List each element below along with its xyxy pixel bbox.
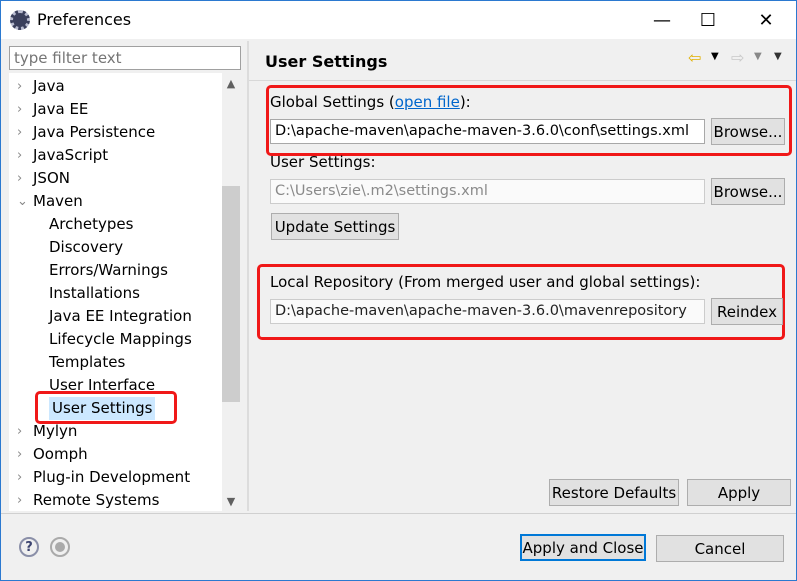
tree-item-label: Remote Systems [33,491,160,509]
footer-divider [1,513,796,514]
chevron-right-icon[interactable]: › [17,121,22,144]
tree-item-label: Installations [49,284,140,302]
browse-global-button[interactable]: Browse... [711,118,785,145]
tree-item-label: Maven [33,192,83,210]
global-label-end: ): [459,93,471,111]
tree-item-label: JSON [33,169,70,187]
cancel-button[interactable]: Cancel [656,535,784,562]
apply-and-close-button[interactable]: Apply and Close [520,534,646,561]
forward-menu-icon[interactable]: ▼ [754,51,762,62]
help-icon[interactable]: ? [19,537,39,557]
tree-item-label: Plug-in Development [33,468,191,486]
chevron-right-icon[interactable]: › [17,98,22,121]
global-settings-field[interactable]: D:\apache-maven\apache-maven-3.6.0\conf\… [270,119,705,144]
scroll-up-icon[interactable]: ▲ [222,77,240,90]
chevron-down-icon[interactable]: ⌄ [17,190,28,213]
scroll-down-icon[interactable]: ▼ [222,495,240,508]
tree-item-label: JavaScript [33,146,109,164]
back-icon[interactable]: ⇦ [688,48,701,67]
tree-item-label: Archetypes [49,215,134,233]
chevron-right-icon[interactable]: › [17,489,22,511]
splitter[interactable] [247,41,249,511]
filter-input[interactable] [9,46,241,70]
back-menu-icon[interactable]: ▼ [711,51,719,62]
view-menu-icon[interactable]: ▼ [774,51,782,62]
local-repo-field: D:\apache-maven\apache-maven-3.6.0\maven… [270,299,705,324]
tree-item-label: Lifecycle Mappings [49,330,192,348]
tree-item-label: Java Persistence [33,123,156,141]
chevron-right-icon[interactable]: › [17,167,22,190]
close-button[interactable]: ✕ [743,1,789,39]
minimize-button[interactable]: — [639,1,685,39]
scrollbar-thumb[interactable] [222,186,240,402]
browse-user-button[interactable]: Browse... [711,178,785,205]
tree-item-label: Discovery [49,238,124,256]
window-title: Preferences [37,10,132,29]
tree-item-label: Java EE Integration [49,307,192,325]
forward-icon[interactable]: ⇨ [731,48,744,67]
preference-tree: › Java › Java EE › Java Persistence › JavaScrip… [9,73,240,511]
user-settings-field[interactable]: C:\Users\zie\.m2\settings.xml [270,179,705,204]
reindex-button[interactable]: Reindex [711,298,783,325]
tree-item-label: Oomph [33,445,88,463]
eclipse-icon [10,10,30,30]
update-settings-button[interactable]: Update Settings [271,213,399,240]
maximize-button[interactable]: ☐ [685,1,731,39]
chevron-right-icon[interactable]: › [17,443,22,466]
chevron-right-icon[interactable]: › [17,75,22,98]
user-settings-label: User Settings: [270,153,376,171]
tree-item-label: Java EE [33,100,89,118]
apply-button[interactable]: Apply [687,479,791,506]
chevron-right-icon[interactable]: › [17,144,22,167]
tree-item-label: Java [33,77,65,95]
oomph-record-icon[interactable] [50,537,70,557]
highlight-user-settings [35,391,177,424]
open-file-link[interactable]: open file [395,93,460,111]
chevron-right-icon[interactable]: › [17,420,22,443]
global-label-text: Global Settings ( [270,93,395,111]
chevron-right-icon[interactable]: › [17,466,22,489]
restore-defaults-button[interactable]: Restore Defaults [549,479,679,506]
global-settings-label: Global Settings (open file): [270,93,471,111]
local-repo-label: Local Repository (From merged user and g… [270,273,701,291]
tree-item-label: Templates [49,353,126,371]
tree-item-label: Errors/Warnings [49,261,168,279]
page-title: User Settings [265,52,388,71]
